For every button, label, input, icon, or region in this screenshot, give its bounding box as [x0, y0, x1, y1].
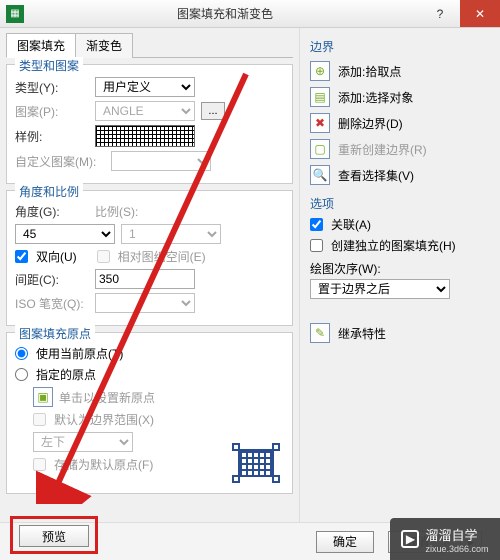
inherit-button[interactable]: ✎ 继承特性 — [310, 323, 490, 343]
group-angle-title: 角度和比例 — [15, 183, 83, 200]
assoc-checkbox-row[interactable]: 关联(A) — [310, 216, 490, 233]
origin-current-radio[interactable] — [15, 347, 28, 360]
help-button[interactable]: ? — [420, 0, 460, 27]
remove-boundary-button[interactable]: ✖ 删除边界(D) — [310, 113, 490, 133]
relpaper-checkbox — [97, 250, 110, 263]
ok-button[interactable]: 确定 — [316, 531, 374, 553]
preview-button[interactable]: 预览 — [19, 525, 89, 547]
close-button[interactable]: ✕ — [460, 0, 500, 27]
origin-current-radio-row[interactable]: 使用当前原点(T) — [15, 345, 123, 362]
label-isopen: ISO 笔宽(Q): — [15, 295, 89, 312]
group-origin: 图案填充原点 使用当前原点(T) 指定的原点 ▣ 单击以设置新原点 — [6, 332, 293, 494]
assoc-checkbox[interactable] — [310, 218, 323, 231]
tabs: 图案填充 渐变色 — [6, 32, 293, 58]
label-custom-pattern: 自定义图案(M): — [15, 153, 105, 170]
group-type: 类型和图案 类型(Y): 用户定义 图案(P): ANGLE ... 样例: 自… — [6, 64, 293, 184]
group-type-title: 类型和图案 — [15, 57, 83, 74]
angle-select[interactable]: 45 — [15, 224, 115, 244]
app-icon: ▦ — [6, 5, 24, 23]
origin-specified-label: 指定的原点 — [36, 366, 96, 383]
bidir-checkbox[interactable] — [15, 250, 28, 263]
origin-current-label: 使用当前原点(T) — [36, 345, 123, 362]
group-origin-title: 图案填充原点 — [15, 325, 95, 342]
isopen-select — [95, 293, 195, 313]
origin-preview-icon — [232, 443, 280, 483]
label-angle: 角度(G): — [15, 203, 89, 220]
play-icon: ▶ — [401, 530, 419, 548]
draw-order-select[interactable]: 置于边界之后 — [310, 279, 450, 299]
pattern-browse-button[interactable]: ... — [201, 102, 225, 120]
default-boundary-checkbox — [33, 413, 46, 426]
recreate-boundary-button: ▢ 重新创建边界(R) — [310, 139, 490, 159]
options-title: 选项 — [310, 195, 490, 212]
relpaper-label: 相对图纸空间(E) — [118, 248, 206, 265]
recreate-boundary-icon: ▢ — [310, 139, 330, 159]
set-origin-icon: ▣ — [33, 387, 53, 407]
view-selection-button[interactable]: 🔍 查看选择集(V) — [310, 165, 490, 185]
pick-point-icon: ⊕ — [310, 61, 330, 81]
origin-position-select: 左下 — [33, 432, 133, 452]
add-select-button[interactable]: ▤ 添加:选择对象 — [310, 87, 490, 107]
label-scale: 比例(S): — [95, 203, 169, 220]
relpaper-checkbox-row: 相对图纸空间(E) — [97, 248, 206, 265]
tab-hatch[interactable]: 图案填充 — [6, 33, 76, 58]
pattern-select: ANGLE — [95, 101, 195, 121]
tab-gradient[interactable]: 渐变色 — [75, 33, 133, 58]
label-type: 类型(Y): — [15, 79, 89, 96]
type-select[interactable]: 用户定义 — [95, 77, 195, 97]
independent-checkbox[interactable] — [310, 239, 323, 252]
label-spacing: 间距(C): — [15, 271, 89, 288]
select-object-icon: ▤ — [310, 87, 330, 107]
inherit-icon: ✎ — [310, 323, 330, 343]
origin-specified-radio[interactable] — [15, 368, 28, 381]
add-pick-button[interactable]: ⊕ 添加:拾取点 — [310, 61, 490, 81]
save-default-checkbox — [33, 458, 46, 471]
label-pattern: 图案(P): — [15, 103, 89, 120]
remove-boundary-icon: ✖ — [310, 113, 330, 133]
bidir-label: 双向(U) — [36, 248, 77, 265]
save-default-label: 存储为默认原点(F) — [54, 456, 153, 473]
default-boundary-label: 默认为边界范围(X) — [54, 411, 154, 428]
label-sample: 样例: — [15, 128, 89, 145]
origin-specified-radio-row[interactable]: 指定的原点 — [15, 366, 96, 383]
boundary-title: 边界 — [310, 38, 490, 55]
spacing-input[interactable] — [95, 269, 195, 289]
group-angle-scale: 角度和比例 角度(G): 比例(S): 45 1 双向(U) 相对图纸空间(E) — [6, 190, 293, 326]
independent-checkbox-row[interactable]: 创建独立的图案填充(H) — [310, 237, 490, 254]
view-selection-icon: 🔍 — [310, 165, 330, 185]
draw-order-label: 绘图次序(W): — [310, 260, 490, 277]
scale-select: 1 — [121, 224, 221, 244]
title-bar: ▦ 图案填充和渐变色 ? ✕ — [0, 0, 500, 28]
custom-pattern-select — [111, 151, 211, 171]
window-title: 图案填充和渐变色 — [30, 5, 420, 22]
brand-watermark: ▶ 溜溜自学 zixue.3d66.com — [390, 518, 500, 560]
preview-highlight: 预览 — [10, 516, 98, 554]
pattern-swatch[interactable] — [95, 125, 195, 147]
set-origin-label: 单击以设置新原点 — [59, 389, 155, 406]
bidir-checkbox-row[interactable]: 双向(U) — [15, 248, 77, 265]
